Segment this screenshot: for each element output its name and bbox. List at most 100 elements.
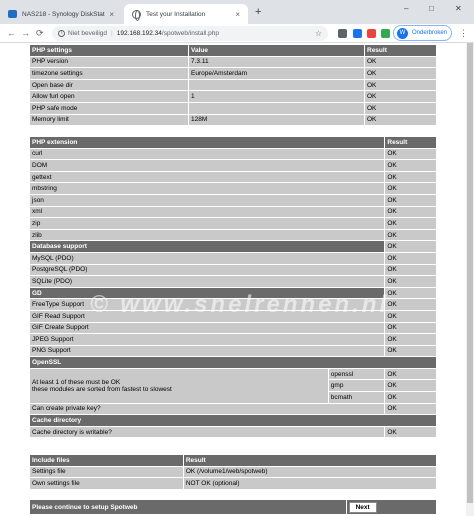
tab-synology[interactable]: NAS218 - Synology DiskStation × [0,4,122,24]
setting-name: Memory limit [30,114,188,126]
setting-result: OK [365,79,436,91]
extension-name: json [30,194,385,206]
include-file-result: OK (/volume1/web/spotweb) [183,466,436,478]
openssl-note-line: these modules are sorted from fastest to… [32,385,172,393]
minimize-button[interactable]: – [404,4,408,13]
gd-result: OK [385,299,436,310]
setting-result: OK [365,68,436,79]
table-row: Memory limit 128M OK [30,114,436,126]
column-header: Value [189,45,364,56]
table-row: FreeType Support OK [30,299,436,310]
include-file-name: Settings file [30,466,183,478]
browser-toolbar: ← → ⟳ i Niet beveiligd | 192.168.192.34/… [0,24,474,43]
new-tab-button[interactable]: + [255,6,261,18]
setting-value [189,102,364,114]
security-label: Niet beveiligd [68,30,108,37]
section-header-database: Database support OK [30,241,436,252]
table-row: Allow furl open 1 OK [30,91,436,102]
gd-feature: JPEG Support [30,334,385,345]
table-row: GIF Read Support OK [30,310,436,322]
setting-value: 128M [189,114,364,126]
setting-value: 1 [189,91,364,102]
address-bar[interactable]: i Niet beveiligd | 192.168.192.34/spotwe… [52,26,328,41]
table-row: timezone settings Europe/Amsterdam OK [30,68,436,79]
database-name: MySQL (PDO) [30,252,385,264]
openssl-note: At least 1 of these must be OK these mod… [30,368,328,403]
profile-label: Onderbroken [412,30,448,36]
table-row: zip OK [30,218,436,229]
menu-icon[interactable]: ⋮ [459,28,468,39]
private-key-result: OK [385,403,436,415]
section-header-cache: Cache directory [30,415,436,426]
back-button[interactable]: ← [7,27,16,39]
table-row: PostgreSQL (PDO) OK [30,264,436,276]
gd-feature: GIF Read Support [30,310,385,322]
setting-result: OK [365,102,436,114]
cache-result: OK [385,426,436,438]
include-files-table: Include files Result Settings file OK (/v… [29,454,437,490]
section-result: OK [385,241,436,252]
table-row: zlib OK [30,229,436,241]
extension-result: OK [385,148,436,160]
tab-title: NAS218 - Synology DiskStation [22,10,106,18]
extension-icon[interactable] [381,29,390,38]
continue-table: Please continue to setup Spotweb Next [29,499,437,515]
setting-name: timezone settings [30,68,188,79]
section-header-gd: GD OK [30,287,436,299]
reload-button[interactable]: ⟳ [36,27,44,39]
php-extension-table: PHP extension Result curl OK DOM OK gettex… [29,136,437,439]
openssl-module: bcmath [328,392,385,403]
cache-check: Cache directory is writable? [30,426,385,438]
tab-test-installation[interactable]: Test your Installation × [124,4,248,24]
scrollbar[interactable] [466,43,474,516]
extension-result: OK [385,160,436,171]
avatar: W [397,27,408,39]
table-row: MySQL (PDO) OK [30,252,436,264]
extension-name: DOM [30,160,385,171]
info-icon[interactable]: i [58,30,65,37]
section-title: Cache directory [30,415,436,426]
scrollbar-thumb[interactable] [467,43,473,503]
openssl-result: OK [385,392,436,403]
table-row: gettext OK [30,171,436,183]
gd-result: OK [385,310,436,322]
table-row: GIF Create Support OK [30,322,436,334]
gd-feature: GIF Create Support [30,322,385,334]
setting-name: Allow furl open [30,91,188,102]
section-header-openssl: OpenSSL [30,357,436,368]
extension-result: OK [385,171,436,183]
extension-name: gettext [30,171,385,183]
column-header: Result [365,45,436,56]
database-name: PostgreSQL (PDO) [30,264,385,276]
continue-label: Please continue to setup Spotweb [30,500,346,514]
database-name: SQLite (PDO) [30,276,385,287]
section-title: Database support [30,241,385,252]
setting-result: OK [365,91,436,102]
table-header: Include files Result [30,455,436,466]
section-result: OK [385,287,436,299]
openssl-result: OK [385,380,436,392]
setting-result: OK [365,56,436,68]
profile-button[interactable]: W Onderbroken [393,25,452,41]
setting-name: PHP safe mode [30,102,188,114]
extension-result: OK [385,229,436,241]
next-button[interactable]: Next [348,501,377,513]
maximize-button[interactable]: □ [429,4,434,13]
setting-value [189,79,364,91]
table-row: xml OK [30,206,436,218]
gd-result: OK [385,322,436,334]
table-row: PNG Support OK [30,345,436,357]
table-row: Can create private key? OK [30,403,436,415]
close-icon[interactable]: × [235,10,240,19]
forward-button[interactable]: → [21,27,30,39]
extension-icon[interactable] [338,29,347,38]
star-icon[interactable]: ☆ [315,29,322,38]
database-result: OK [385,276,436,287]
setting-result: OK [365,114,436,126]
close-window-button[interactable]: ✕ [455,4,462,13]
extension-icon[interactable] [353,29,362,38]
close-icon[interactable]: × [109,10,114,19]
extension-icon[interactable] [367,29,376,38]
continue-action: Next [346,500,436,514]
include-file-name: Own settings file [30,478,183,489]
